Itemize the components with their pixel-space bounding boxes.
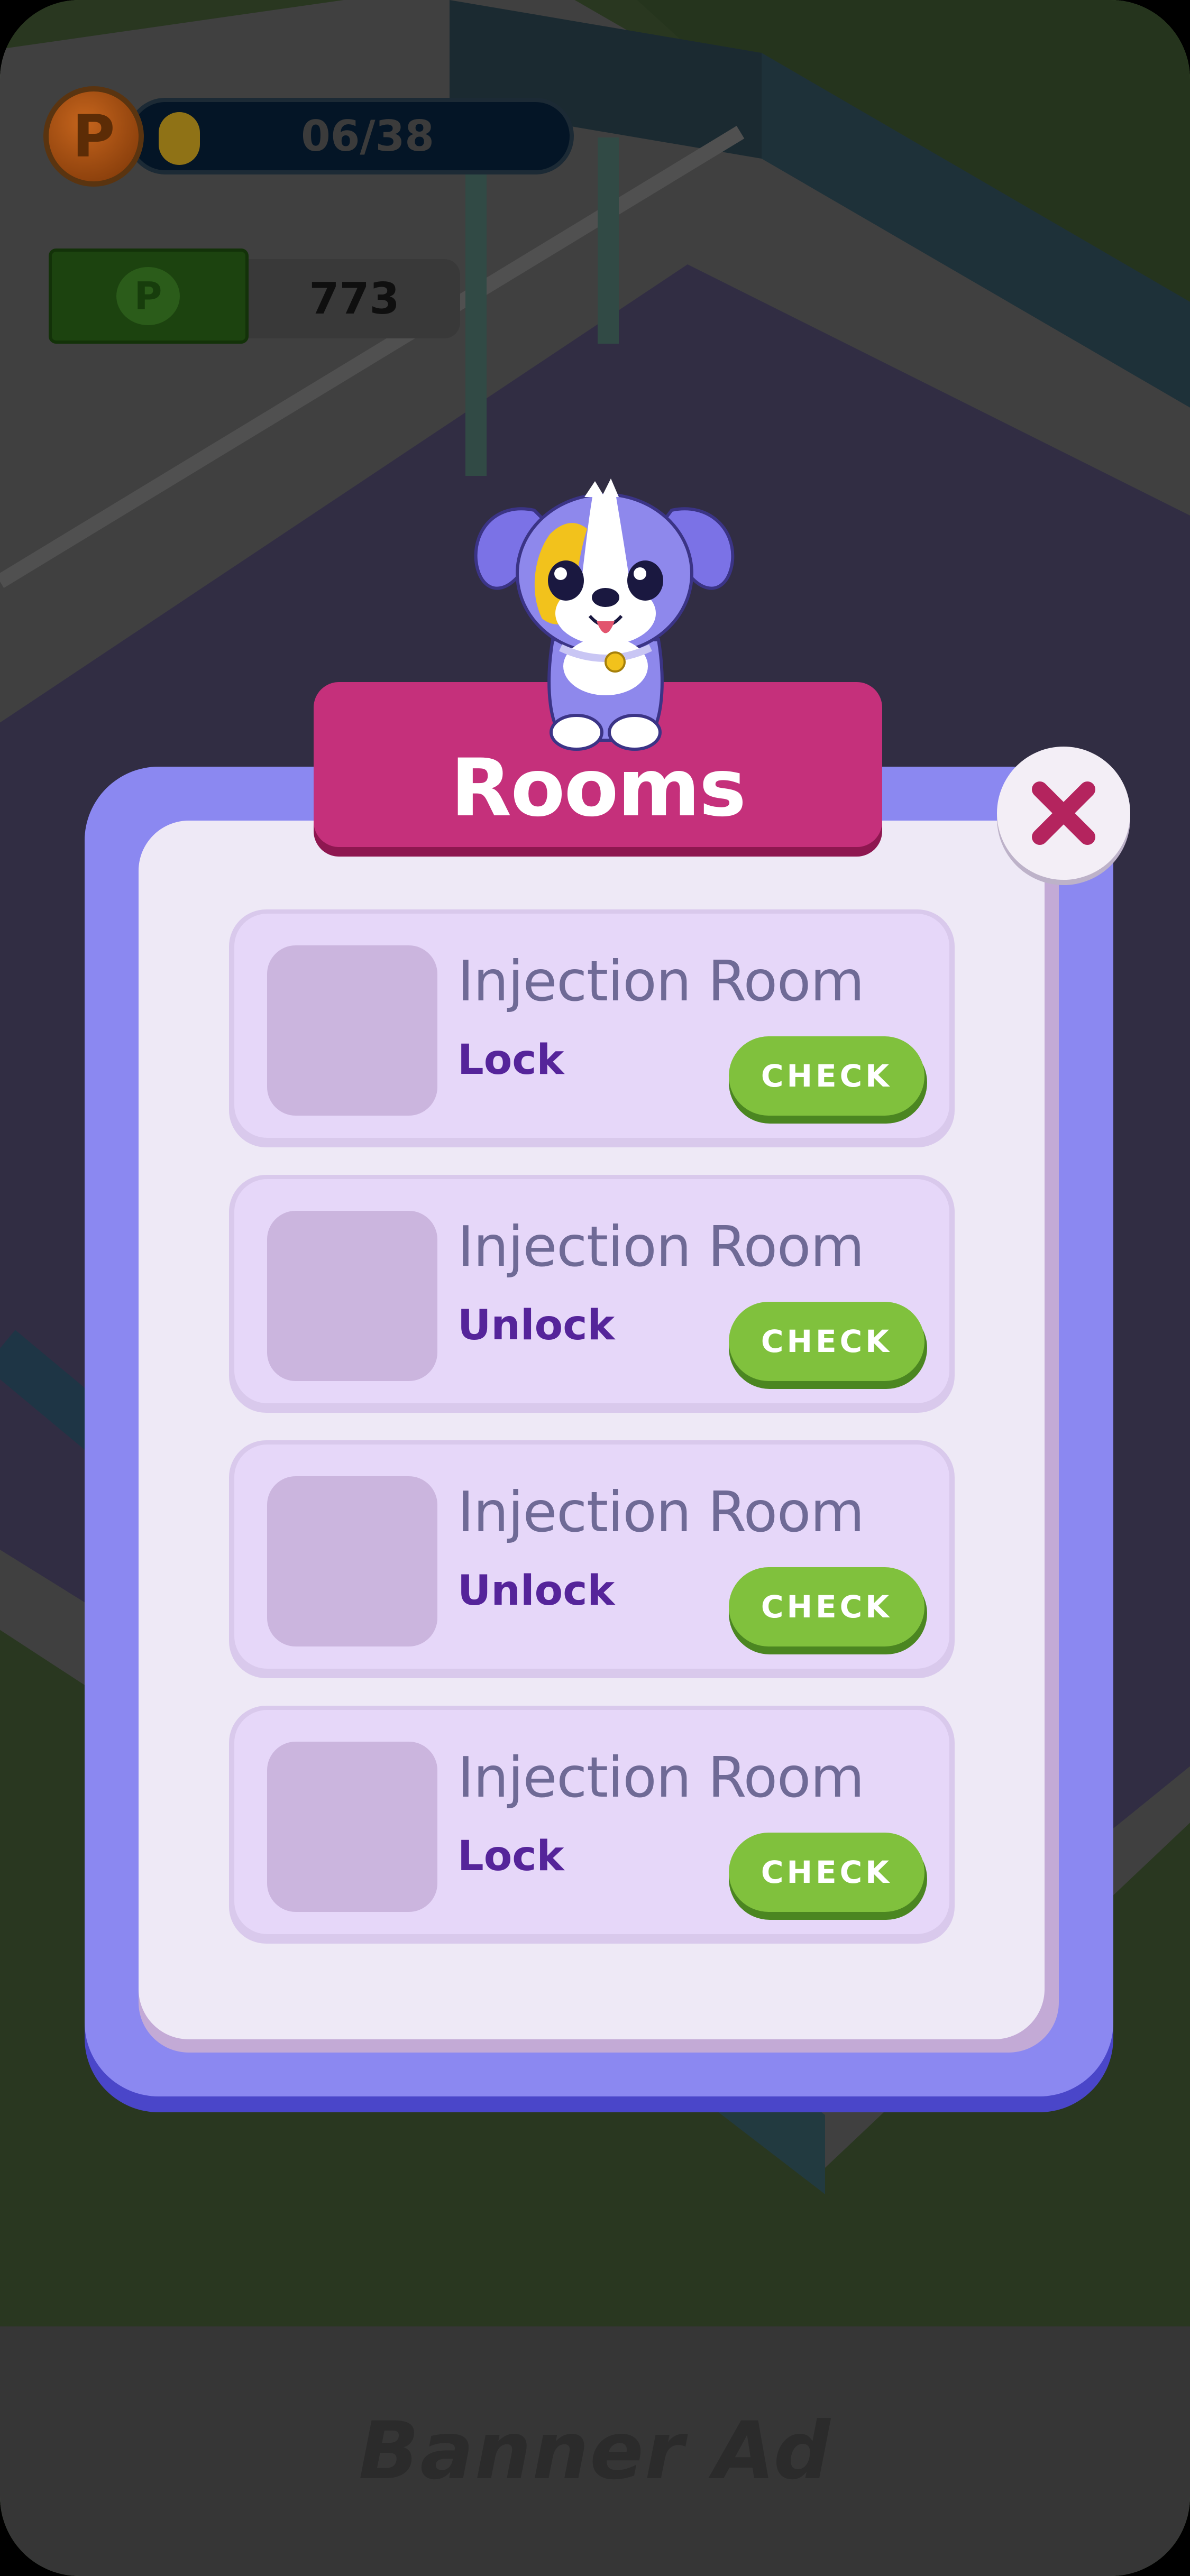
room-status: Unlock: [457, 1302, 615, 1349]
room-thumbnail: [267, 1476, 437, 1646]
room-card: Injection Room Lock CHECK: [229, 909, 955, 1147]
check-button[interactable]: CHECK: [729, 1567, 924, 1646]
check-button-label: CHECK: [761, 1589, 893, 1625]
check-button-label: CHECK: [761, 1323, 893, 1359]
check-button-label: CHECK: [761, 1058, 893, 1094]
progress-fill: [159, 112, 200, 165]
check-button-label: CHECK: [761, 1854, 893, 1890]
check-button[interactable]: CHECK: [729, 1833, 924, 1912]
puppy-mascot-icon: [474, 479, 735, 751]
room-card: Injection Room Unlock CHECK: [229, 1440, 955, 1678]
room-name: Injection Room: [457, 949, 865, 1014]
banner-ad-label: Banner Ad: [359, 2405, 831, 2497]
check-button[interactable]: CHECK: [729, 1302, 924, 1381]
cash-amount: 773: [309, 273, 400, 324]
room-thumbnail: [267, 1211, 437, 1381]
room-card: Injection Room Lock CHECK: [229, 1706, 955, 1944]
close-button[interactable]: [997, 747, 1130, 880]
room-thumbnail: [267, 1742, 437, 1912]
room-name: Injection Room: [457, 1215, 865, 1279]
game-screen: 06/38 P 773 P Rooms Injection Room Lock …: [0, 0, 1190, 2576]
coin-icon: P: [43, 86, 144, 187]
room-name: Injection Room: [457, 1745, 865, 1810]
room-status: Unlock: [457, 1567, 615, 1615]
progress-text: 06/38: [301, 112, 434, 161]
room-name: Injection Room: [457, 1480, 865, 1544]
dialog-title: Rooms: [450, 742, 746, 834]
close-x-icon: [1032, 781, 1095, 845]
cash-symbol: P: [116, 267, 180, 325]
check-button[interactable]: CHECK: [729, 1036, 924, 1116]
coin-symbol: P: [72, 103, 115, 170]
room-thumbnail: [267, 945, 437, 1116]
room-status: Lock: [457, 1833, 564, 1880]
banner-ad[interactable]: Banner Ad: [0, 2326, 1190, 2576]
room-status: Lock: [457, 1036, 564, 1084]
room-card: Injection Room Unlock CHECK: [229, 1175, 955, 1413]
